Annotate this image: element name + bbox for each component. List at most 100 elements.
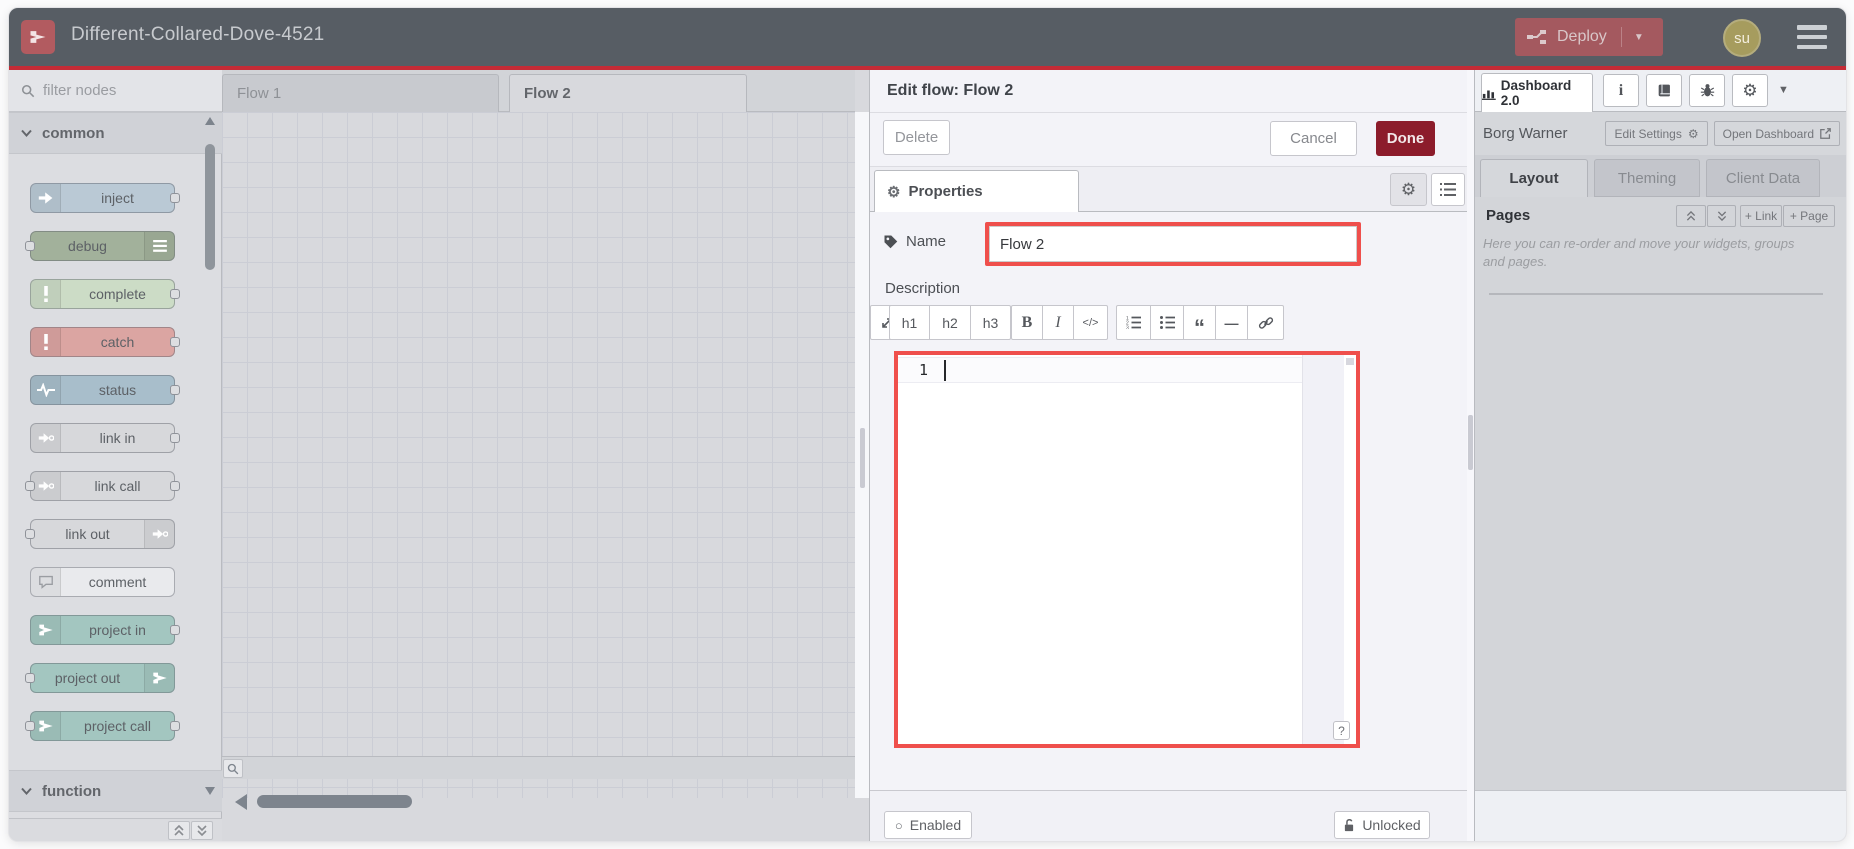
palette-node-label: link out [65, 526, 110, 542]
main-menu-icon[interactable] [1797, 25, 1827, 49]
tab-client-data[interactable]: Client Data [1706, 159, 1820, 197]
output-port[interactable] [170, 625, 180, 635]
add-page-button[interactable]: + Page [1783, 205, 1835, 227]
input-port[interactable] [25, 241, 35, 251]
palette-scrollbar[interactable] [205, 144, 215, 270]
palette-node-comment[interactable]: comment [30, 567, 175, 597]
italic-button[interactable]: I [1043, 305, 1074, 340]
bold-button[interactable]: B [1011, 305, 1043, 340]
edit-description-icon[interactable] [1431, 173, 1465, 206]
palette-node-label: debug [68, 238, 107, 254]
node-red-logo-icon [144, 664, 174, 692]
output-port[interactable] [170, 385, 180, 395]
tab-dashboard[interactable]: Dashboard 2.0 [1481, 73, 1593, 112]
code-button[interactable]: </> [1074, 305, 1108, 340]
collapse-all-pages-icon[interactable] [1676, 205, 1706, 227]
input-port[interactable] [25, 721, 35, 731]
flow-name-input[interactable] [989, 226, 1357, 262]
tab-flow-1[interactable]: Flow 1 [222, 74, 499, 112]
input-port[interactable] [25, 673, 35, 683]
canvas-zoom-icon[interactable] [223, 759, 243, 778]
help-book-icon[interactable] [1646, 74, 1682, 107]
collapse-all-icon[interactable] [168, 821, 190, 840]
palette-category-common[interactable]: common [9, 112, 222, 154]
blockquote-icon[interactable]: “ [1184, 305, 1216, 340]
palette-filter-placeholder: filter nodes [43, 82, 117, 99]
deploy-button[interactable]: Deploy ▼ [1515, 18, 1663, 56]
deploy-options-caret-icon[interactable]: ▼ [1620, 27, 1644, 47]
output-port[interactable] [170, 289, 180, 299]
palette-node-project-in[interactable]: project in [30, 615, 180, 645]
palette-filter-input[interactable]: filter nodes [9, 70, 222, 112]
link-node-icon [144, 520, 174, 548]
canvas-scroll-left-icon[interactable] [235, 794, 247, 810]
canvas-horizontal-scrollbar[interactable] [257, 795, 412, 808]
pulse-icon [31, 376, 61, 404]
description-editor[interactable]: 1 ? [898, 355, 1356, 744]
palette-node-link-in[interactable]: link in [30, 423, 180, 453]
heading2-button[interactable]: h2 [930, 305, 971, 340]
palette-node-catch[interactable]: catch [30, 327, 180, 357]
settings-gear-icon[interactable]: ⚙ [1732, 74, 1768, 107]
palette-node-link-out[interactable]: link out [25, 519, 175, 549]
palette-node-label: comment [88, 574, 147, 590]
unordered-list-icon[interactable] [1151, 305, 1184, 340]
tab-layout[interactable]: Layout [1480, 159, 1588, 197]
flow-enabled-toggle[interactable]: ○ Enabled [884, 811, 972, 839]
open-dashboard-button[interactable]: Open Dashboard [1713, 121, 1841, 146]
tab-properties[interactable]: ⚙ Properties [874, 170, 1079, 212]
editor-scrollbar[interactable] [1346, 358, 1354, 365]
palette-node-debug[interactable]: debug [25, 231, 175, 261]
flow-canvas[interactable] [222, 112, 855, 798]
palette-node-label: catch [100, 334, 135, 350]
horizontal-rule-icon[interactable]: — [1216, 305, 1248, 340]
inject-arrow-icon [31, 184, 61, 212]
tab-theming[interactable]: Theming [1594, 159, 1700, 197]
info-icon[interactable]: i [1603, 74, 1639, 107]
output-port[interactable] [170, 481, 180, 491]
palette-scroll-down-icon[interactable] [204, 786, 216, 796]
output-port[interactable] [170, 193, 180, 203]
output-port[interactable] [170, 721, 180, 731]
gear-icon: ⚙ [1687, 126, 1699, 141]
description-editor-highlight: 1 ? [894, 351, 1360, 748]
palette-scroll-up-icon[interactable] [204, 116, 216, 126]
edit-properties-icon[interactable]: ⚙ [1390, 173, 1427, 206]
tab-flow-2[interactable]: Flow 2 [509, 74, 747, 112]
sidebar-more-tabs-icon[interactable]: ▼ [1778, 84, 1789, 96]
heading3-button[interactable]: h3 [971, 305, 1011, 340]
input-port[interactable] [25, 481, 35, 491]
palette-node-project-out[interactable]: project out [25, 663, 175, 693]
add-link-button[interactable]: + Link [1740, 205, 1782, 227]
palette-category-function[interactable]: function [9, 770, 222, 812]
palette-node-inject[interactable]: inject [30, 183, 180, 213]
cancel-button[interactable]: Cancel [1270, 121, 1357, 156]
pages-help-text: Here you can re-order and move your widg… [1483, 236, 1795, 269]
delete-button[interactable]: Delete [883, 120, 950, 155]
debug-bug-icon[interactable] [1689, 74, 1725, 107]
dialog-scrollbar[interactable] [1468, 415, 1473, 470]
output-port[interactable] [170, 433, 180, 443]
input-port[interactable] [25, 529, 35, 539]
editor-cursor [944, 360, 946, 381]
palette-node-label: link in [99, 430, 136, 446]
palette-node-project-call[interactable]: project call [25, 711, 180, 741]
expand-all-icon[interactable] [191, 821, 213, 840]
palette-node-link-call[interactable]: link call [25, 471, 180, 501]
link-icon[interactable] [1248, 305, 1284, 340]
done-button[interactable]: Done [1376, 121, 1435, 156]
palette-node-status[interactable]: status [30, 375, 180, 405]
output-port[interactable] [170, 337, 180, 347]
avatar[interactable]: su [1723, 19, 1761, 57]
palette-node-complete[interactable]: complete [30, 279, 180, 309]
flow-lock-toggle[interactable]: Unlocked [1334, 811, 1430, 839]
ordered-list-icon[interactable]: 123 [1116, 305, 1151, 340]
expand-all-pages-icon[interactable] [1707, 205, 1736, 227]
heading1-button[interactable]: h1 [889, 305, 930, 340]
app-window: Different-Collared-Dove-4521 Deploy ▼ su… [9, 8, 1846, 841]
edit-settings-button[interactable]: Edit Settings ⚙ [1605, 121, 1708, 146]
editor-scroll-track[interactable] [1344, 355, 1356, 744]
editor-help-button[interactable]: ? [1333, 721, 1350, 740]
canvas-vertical-scrollbar[interactable] [860, 428, 865, 488]
search-icon [21, 84, 35, 97]
